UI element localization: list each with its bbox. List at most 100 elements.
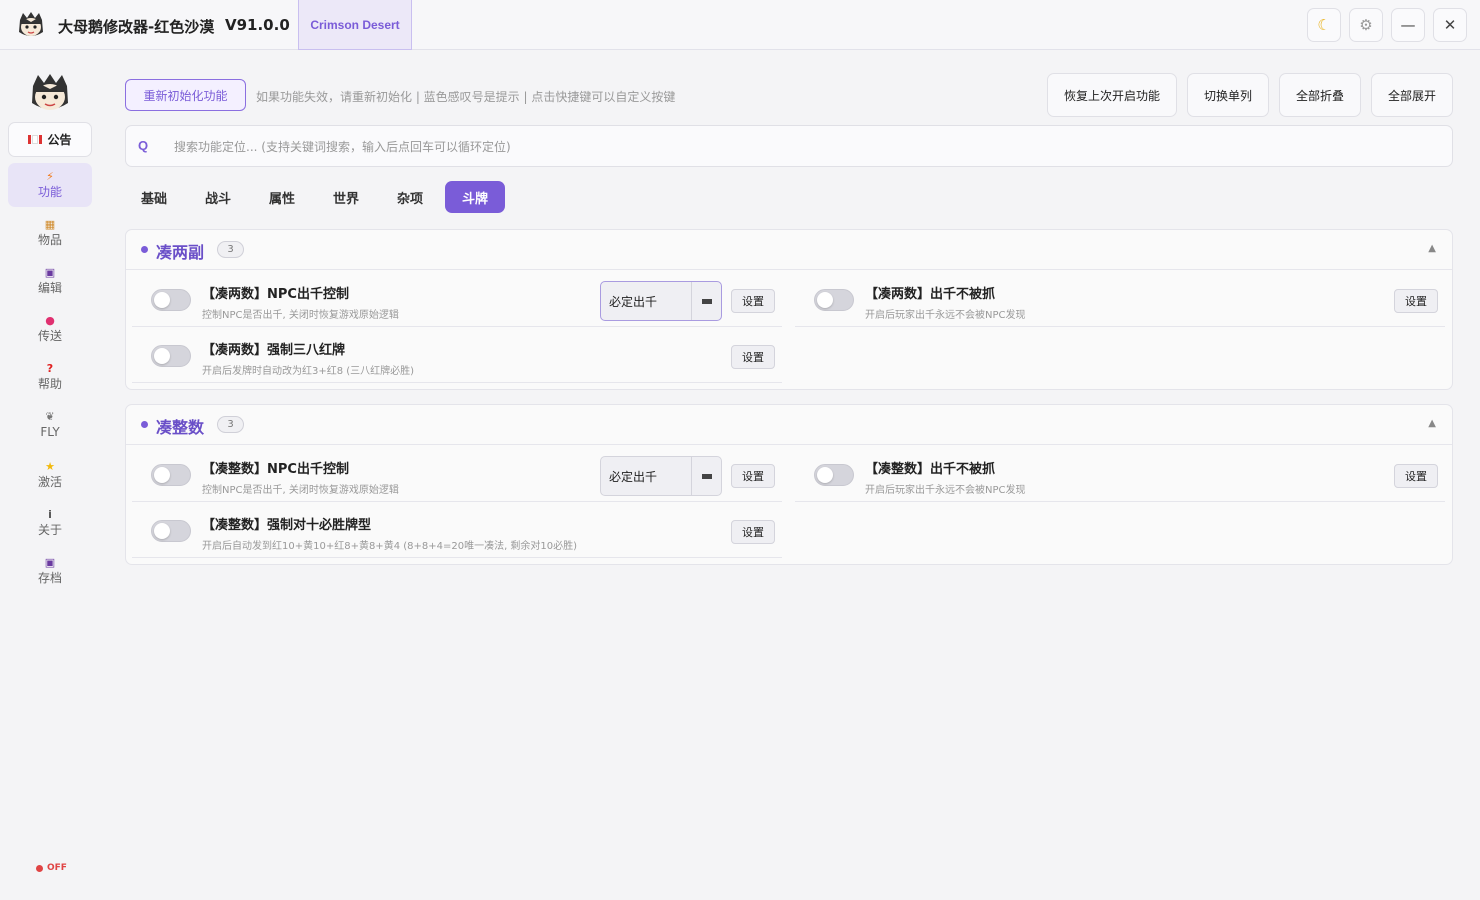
minimize-button[interactable]: — [1391,8,1425,42]
feature-toggle[interactable] [151,289,191,311]
tab-attributes[interactable]: 属性 [253,181,311,213]
sidebar-item-features[interactable]: ⚡ 功能 [8,163,92,207]
feature-title: 【凑两数】NPC出千控制 [202,287,349,302]
feature-title: 【凑整数】NPC出千控制 [202,462,349,477]
select-value: 必定出千 [609,470,658,484]
feature-row: 【凑两数】强制三八红牌 开启后发牌时自动改为红3+红8 (三八红牌必胜) 设置 [132,327,782,383]
dropdown-icon[interactable] [691,282,721,320]
sidebar-item-edit[interactable]: ▣ 编辑 [8,259,92,303]
feature-description: 开启后发牌时自动改为红3+红8 (三八红牌必胜) [202,366,415,377]
floppy-icon: ▣ [44,266,56,279]
feature-row: 【凑整数】出千不被抓 开启后玩家出千永远不会被NPC发现 设置 [795,446,1445,502]
tab-basic[interactable]: 基础 [125,181,183,213]
settings-button[interactable]: 设置 [731,345,775,369]
settings-button[interactable]: 设置 [731,520,775,544]
sidebar-item-fly[interactable]: ❦ FLY [8,403,92,447]
section-pairs: 凑两副 3 ▲ 【凑两数】NPC出千控制 控制NPC是否出千, 关闭时恢复游戏原… [125,229,1453,390]
restore-last-button[interactable]: 恢复上次开启功能 [1047,73,1177,117]
sidebar-item-items[interactable]: ▦ 物品 [8,211,92,255]
gear-icon: ⚙ [1359,16,1373,34]
sidebar-item-teleport[interactable]: ● 传送 [8,307,92,351]
sidebar-item-about[interactable]: i 关于 [8,501,92,545]
feature-row: 【凑两数】出千不被抓 开启后玩家出千永远不会被NPC发现 设置 [795,271,1445,327]
feature-description: 开启后玩家出千永远不会被NPC发现 [865,485,1026,496]
moon-icon: ☾ [1317,16,1331,34]
app-version: V91.0.0 [225,16,290,34]
title-bar: 大母鹅修改器-红色沙漠 V91.0.0 Crimson Desert ☾ ⚙ —… [0,0,1480,50]
toggle-single-column-button[interactable]: 切换单列 [1187,73,1269,117]
status-text: OFF [47,863,67,873]
sidebar-item-label: 关于 [37,523,62,537]
npc-cheat-mode-select[interactable]: 必定出千 [600,456,722,496]
feature-toggle[interactable] [151,464,191,486]
connection-status: OFF [36,863,67,873]
sidebar-item-label: 编辑 [37,281,62,295]
tab-combat[interactable]: 战斗 [189,181,247,213]
section-dot-icon [141,421,148,428]
tab-misc[interactable]: 杂项 [381,181,439,213]
section-dot-icon [141,246,148,253]
settings-button[interactable]: 设置 [1394,289,1438,313]
dropdown-icon[interactable] [691,457,721,495]
section-count-badge: 3 [217,241,244,258]
tab-world[interactable]: 世界 [317,181,375,213]
search-bar: Q [125,125,1453,167]
feature-description: 控制NPC是否出千, 关闭时恢复游戏原始逻辑 [202,310,399,321]
collapse-all-button[interactable]: 全部折叠 [1279,73,1361,117]
hint-text: 如果功能失效，请重新初始化 | 蓝色感叹号是提示 | 点击快捷键可以自定义按键 [256,90,676,104]
feature-row: 【凑整数】强制对十必胜牌型 开启后自动发到红10+黄10+红8+黄8+黄4 (8… [132,502,782,558]
section-title: 凑两副 [156,243,205,262]
sidebar-item-save[interactable]: ▣ 存档 [8,549,92,593]
section-header[interactable]: 凑两副 3 ▲ [126,230,1452,270]
game-tab-crimson-desert[interactable]: Crimson Desert [298,0,412,50]
tab-card-games[interactable]: 斗牌 [445,181,505,213]
feature-toggle[interactable] [814,289,854,311]
wing-icon: ❦ [45,410,55,423]
collapse-caret-icon[interactable]: ▲ [1428,243,1436,254]
feature-title: 【凑整数】出千不被抓 [865,462,996,477]
app-title: 大母鹅修改器-红色沙漠 [58,18,215,36]
sidebar-item-activate[interactable]: ★ 激活 [8,453,92,497]
feature-description: 控制NPC是否出千, 关闭时恢复游戏原始逻辑 [202,485,399,496]
search-input[interactable] [174,134,1434,160]
section-integers: 凑整数 3 ▲ 【凑整数】NPC出千控制 控制NPC是否出千, 关闭时恢复游戏原… [125,404,1453,565]
settings-button[interactable]: 设置 [731,464,775,488]
sidebar-item-label: FLY [40,425,60,439]
star-icon: ★ [45,460,55,473]
npc-cheat-mode-select[interactable]: 必定出千 [600,281,722,321]
lightning-icon: ⚡ [46,170,54,183]
notice-label: 公告 [47,133,72,147]
goose-logo-icon [19,12,43,36]
feature-title: 【凑两数】强制三八红牌 [202,343,346,358]
feature-title: 【凑两数】出千不被抓 [865,287,996,302]
settings-button[interactable]: 设置 [731,289,775,313]
feature-title: 【凑整数】强制对十必胜牌型 [202,518,372,533]
sidebar-item-label: 物品 [37,233,62,247]
select-value: 必定出千 [609,295,658,309]
search-icon: Q [138,138,149,153]
reinitialize-button[interactable]: 重新初始化功能 [125,79,246,111]
sidebar-item-label: 传送 [37,329,62,343]
feature-description: 开启后玩家出千永远不会被NPC发现 [865,310,1026,321]
expand-all-button[interactable]: 全部展开 [1371,73,1453,117]
close-button[interactable]: ✕ [1433,8,1467,42]
settings-button[interactable]: ⚙ [1349,8,1383,42]
feature-row: 【凑整数】NPC出千控制 控制NPC是否出千, 关闭时恢复游戏原始逻辑 必定出千… [132,446,782,502]
section-title: 凑整数 [156,418,205,437]
feature-toggle[interactable] [151,345,191,367]
sidebar-item-label: 存档 [37,571,62,585]
sidebar: 公告 ⚡ 功能 ▦ 物品 ▣ 编辑 ● 传送 ? 帮助 ❦ FLY ★ 激活 i… [0,51,100,900]
minimize-icon: — [1400,16,1416,34]
section-header[interactable]: 凑整数 3 ▲ [126,405,1452,445]
info-icon: i [48,508,52,521]
sidebar-item-label: 功能 [37,185,62,199]
sidebar-item-help[interactable]: ? 帮助 [8,355,92,399]
settings-button[interactable]: 设置 [1394,464,1438,488]
notice-button[interactable]: 公告 [8,122,92,157]
collapse-caret-icon[interactable]: ▲ [1428,418,1436,429]
pin-icon: ● [45,314,55,327]
feature-toggle[interactable] [151,520,191,542]
save-icon: ▣ [44,556,56,569]
feature-toggle[interactable] [814,464,854,486]
theme-toggle-button[interactable]: ☾ [1307,8,1341,42]
